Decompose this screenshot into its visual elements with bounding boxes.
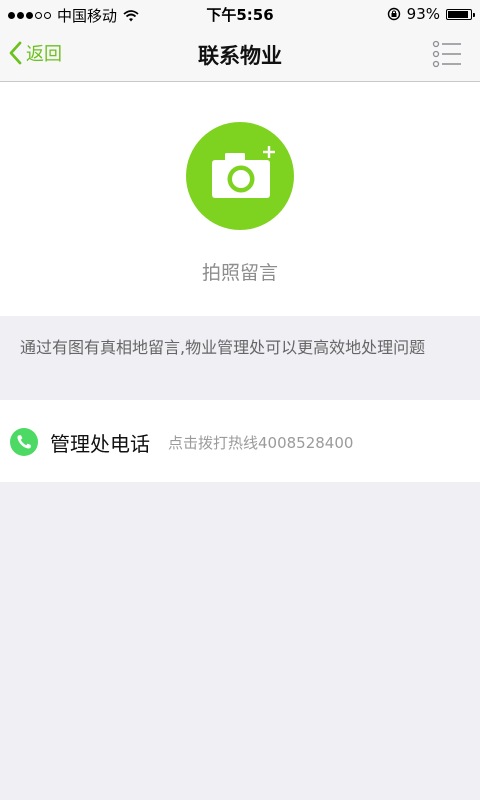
phone-title: 管理处电话 (50, 432, 150, 456)
status-bar: 中国移动 下午5:56 93% (0, 0, 480, 28)
page-title: 联系物业 (198, 44, 282, 68)
list-menu-icon (432, 40, 461, 68)
camera-add-icon (212, 146, 275, 198)
navigation-bar: 返回 联系物业 (0, 28, 480, 82)
rotation-lock-icon (387, 7, 400, 21)
phone-icon (10, 428, 38, 456)
management-phone-row[interactable]: 管理处电话 点击拨打热线4008528400 (0, 400, 480, 482)
photo-message-label: 拍照留言 (201, 262, 278, 284)
status-right: 93% (387, 5, 475, 23)
photo-message-section: 拍照留言 (0, 82, 480, 316)
battery-fill (448, 10, 469, 18)
info-description: 通过有图有真相地留言,物业管理处可以更高效地处理问题 (20, 338, 426, 357)
take-photo-button[interactable] (186, 122, 294, 230)
battery-percent: 93% (406, 5, 440, 23)
phone-hint: 点击拨打热线4008528400 (168, 434, 354, 452)
battery-icon (446, 8, 475, 20)
list-menu-button[interactable] (432, 39, 462, 69)
